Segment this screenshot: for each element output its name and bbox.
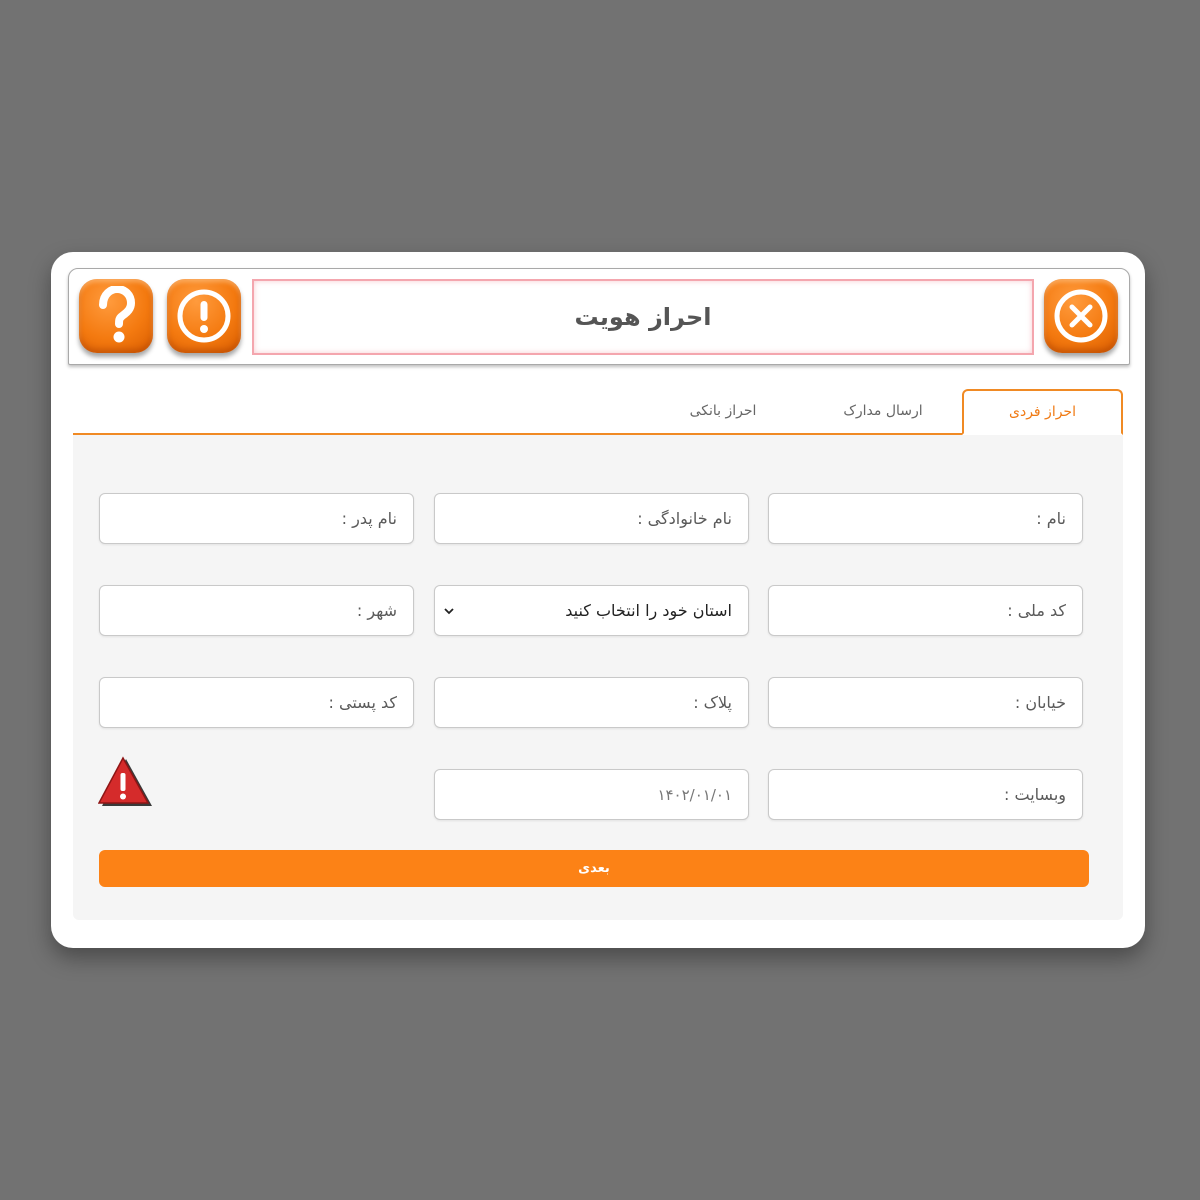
city-field[interactable]: شهر : (99, 585, 414, 636)
next-button[interactable]: بعدی (99, 850, 1089, 887)
first-name-field[interactable]: نام : (768, 493, 1083, 544)
province-select[interactable]: استان خود را انتخاب کنید (434, 585, 749, 636)
title-bar: احراز هویت (252, 279, 1034, 355)
page-title: احراز هویت (574, 303, 712, 331)
plaque-field[interactable]: پلاک : (434, 677, 749, 728)
tab-individual-verification[interactable]: احراز فردی (962, 389, 1123, 435)
province-select-value: استان خود را انتخاب کنید (565, 601, 732, 620)
info-icon (177, 289, 231, 343)
next-button-label: بعدی (578, 861, 610, 876)
last-name-field[interactable]: نام خانوادگی : (434, 493, 749, 544)
alert-button[interactable] (167, 279, 241, 353)
father-name-field[interactable]: نام پدر : (99, 493, 414, 544)
father-name-placeholder: نام پدر : (341, 509, 397, 528)
national-code-field[interactable]: کد ملی : (768, 585, 1083, 636)
help-button[interactable] (79, 279, 153, 353)
date-field[interactable]: ۱۴۰۲/۰۱/۰۱ (434, 769, 749, 820)
chevron-down-icon (444, 607, 454, 614)
warning-icon (97, 756, 154, 810)
website-placeholder: وبسایت : (1004, 785, 1066, 804)
close-icon (1054, 289, 1108, 343)
dialog-header: احراز هویت (68, 268, 1130, 365)
date-value: ۱۴۰۲/۰۱/۰۱ (657, 785, 732, 804)
first-name-placeholder: نام : (1036, 509, 1066, 528)
national-code-placeholder: کد ملی : (1007, 601, 1066, 620)
postal-code-field[interactable]: کد پستی : (99, 677, 414, 728)
last-name-placeholder: نام خانوادگی : (637, 509, 732, 528)
street-field[interactable]: خیابان : (768, 677, 1083, 728)
street-placeholder: خیابان : (1014, 693, 1066, 712)
help-icon (99, 286, 136, 343)
postal-code-placeholder: کد پستی : (328, 693, 397, 712)
tab-send-documents[interactable]: ارسال مدارک (823, 389, 943, 433)
website-field[interactable]: وبسایت : (768, 769, 1083, 820)
plaque-placeholder: پلاک : (693, 693, 732, 712)
tab-bar: احراز فردی ارسال مدارک احراز بانکی (73, 389, 1123, 435)
city-placeholder: شهر : (356, 601, 397, 620)
close-button[interactable] (1044, 279, 1118, 353)
tab-bank-verification[interactable]: احراز بانکی (663, 389, 783, 433)
